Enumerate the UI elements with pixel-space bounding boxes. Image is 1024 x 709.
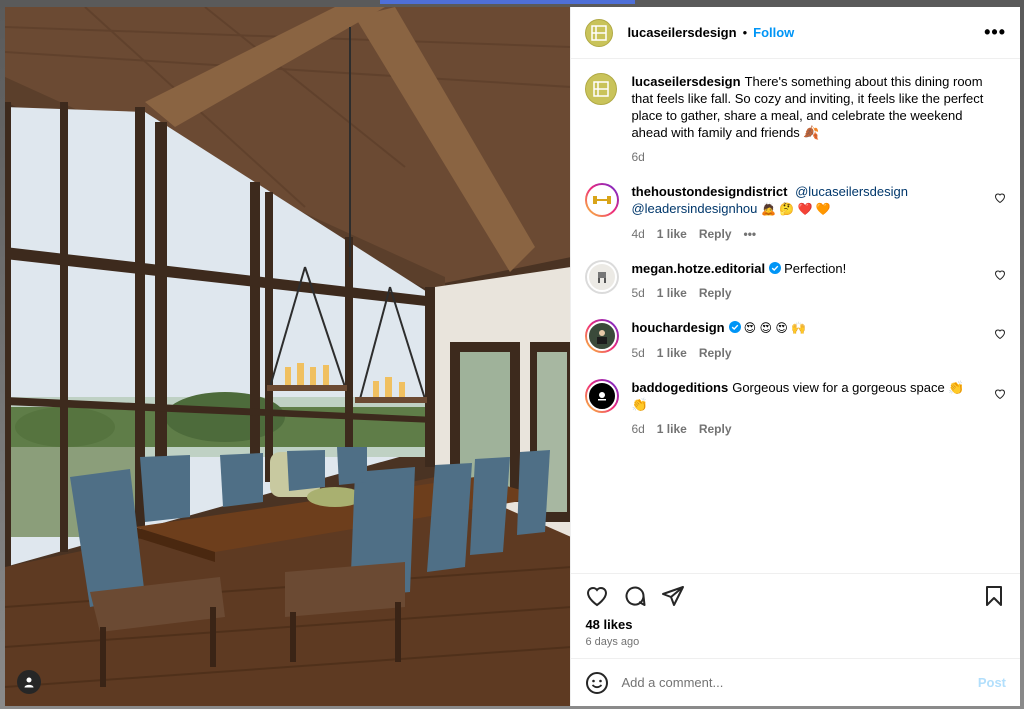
comment-avatar[interactable] xyxy=(585,319,620,353)
dog-logo-icon xyxy=(598,392,607,401)
comment-item: megan.hotze.editorial Perfection! 5d 1 li… xyxy=(585,260,1006,302)
heart-icon[interactable] xyxy=(994,388,1006,400)
comment-username[interactable]: houchardesign xyxy=(631,320,724,335)
comment-likes[interactable]: 1 like xyxy=(657,226,687,243)
heart-icon[interactable] xyxy=(994,328,1006,340)
heart-icon[interactable] xyxy=(994,269,1006,281)
heart-icon[interactable] xyxy=(585,584,609,608)
caption-body: lucaseilersdesign There's something about… xyxy=(631,73,1006,166)
post-side-panel: lucaseilersdesign • Follow ••• lucaseile… xyxy=(570,7,1020,706)
comment-item: thehoustondesigndistrict @lucaseilersdes… xyxy=(585,183,1006,243)
likes-count[interactable]: 48 likes xyxy=(571,617,1020,632)
comment-text: 😍 😍 😍 🙌 xyxy=(743,321,807,335)
comment-emojis: 🙇 🤔 ❤️ 🧡 xyxy=(761,202,831,216)
comment-age[interactable]: 6d xyxy=(631,421,644,438)
bookmark-icon[interactable] xyxy=(982,584,1006,608)
post-author-username[interactable]: lucaseilersdesign xyxy=(627,25,736,40)
post-photo[interactable] xyxy=(5,7,571,706)
reply-button[interactable]: Reply xyxy=(699,421,732,438)
brand-logo-icon xyxy=(591,24,608,41)
comment-username[interactable]: megan.hotze.editorial xyxy=(631,261,765,276)
emoji-icon[interactable] xyxy=(585,671,609,695)
add-comment-bar: Add a comment... Post xyxy=(571,658,1020,706)
post-date[interactable]: 6 days ago xyxy=(571,632,1020,658)
person-photo-icon xyxy=(597,330,608,344)
post-modal: lucaseilersdesign • Follow ••• lucaseile… xyxy=(5,7,1020,706)
caption-age[interactable]: 6d xyxy=(631,149,644,166)
comment-icon[interactable] xyxy=(623,584,647,608)
comment-meta: 5d 1 like Reply xyxy=(631,345,984,362)
comment-meta: 5d 1 like Reply xyxy=(631,285,984,302)
comment-likes[interactable]: 1 like xyxy=(657,285,687,302)
comment-meta: 4d 1 like Reply ••• xyxy=(631,226,984,243)
top-strip xyxy=(380,0,635,4)
comment-avatar[interactable] xyxy=(585,183,620,217)
comment-meta: 6d 1 like Reply xyxy=(631,421,984,438)
comment-mention[interactable]: @leadersindesignhou xyxy=(631,201,757,216)
caption-meta: 6d xyxy=(631,149,984,166)
share-icon[interactable] xyxy=(661,584,685,608)
comment-username[interactable]: baddogeditions xyxy=(631,380,728,395)
dining-room-photo xyxy=(5,7,571,706)
reply-button[interactable]: Reply xyxy=(699,345,732,362)
comment-body: baddogeditions Gorgeous view for a gorgeo… xyxy=(631,379,1006,438)
comment-item: houchardesign 😍 😍 😍 🙌 5d 1 like Reply xyxy=(585,319,1006,362)
comment-age[interactable]: 5d xyxy=(631,285,644,302)
header-separator: • xyxy=(742,25,748,40)
action-bar xyxy=(571,573,1020,617)
comment-username[interactable]: thehoustondesigndistrict xyxy=(631,184,787,199)
reply-button[interactable]: Reply xyxy=(699,285,732,302)
brand-logo-icon xyxy=(593,81,610,97)
post-comment-button[interactable]: Post xyxy=(978,675,1006,690)
follow-button[interactable]: Follow xyxy=(753,25,794,40)
comment-age[interactable]: 5d xyxy=(631,345,644,362)
comment-body: megan.hotze.editorial Perfection! 5d 1 li… xyxy=(631,260,1006,302)
user-tag-icon xyxy=(24,677,34,688)
heart-icon[interactable] xyxy=(994,192,1006,204)
chair-photo-icon xyxy=(598,272,607,283)
avatar[interactable] xyxy=(585,18,614,47)
comment-item: baddogeditions Gorgeous view for a gorgeo… xyxy=(585,379,1006,438)
dumbbell-logo-icon xyxy=(593,196,612,204)
comment-avatar[interactable] xyxy=(585,379,620,413)
comment-likes[interactable]: 1 like xyxy=(657,345,687,362)
more-options-button[interactable]: ••• xyxy=(984,22,1006,43)
caption-username[interactable]: lucaseilersdesign xyxy=(631,74,740,89)
comment-input[interactable]: Add a comment... xyxy=(621,675,977,690)
comment-mention[interactable]: @lucaseilersdesign xyxy=(795,184,908,199)
comment-text: Perfection! xyxy=(784,261,847,276)
user-tag-button[interactable] xyxy=(17,670,41,694)
comment-body: houchardesign 😍 😍 😍 🙌 5d 1 like Reply xyxy=(631,319,1006,362)
caption-avatar[interactable] xyxy=(585,73,618,105)
post-header: lucaseilersdesign • Follow ••• xyxy=(571,7,1020,59)
comment-likes[interactable]: 1 like xyxy=(657,421,687,438)
verified-icon xyxy=(769,262,782,274)
reply-button[interactable]: Reply xyxy=(699,226,732,243)
comment-age[interactable]: 4d xyxy=(631,226,644,243)
caption: lucaseilersdesign There's something about… xyxy=(585,73,1006,166)
comments-list[interactable]: lucaseilersdesign There's something about… xyxy=(571,59,1020,573)
comment-avatar[interactable] xyxy=(585,260,620,294)
verified-icon xyxy=(728,321,741,333)
comment-body: thehoustondesigndistrict @lucaseilersdes… xyxy=(631,183,1006,243)
comment-more-button[interactable]: ••• xyxy=(744,226,757,243)
